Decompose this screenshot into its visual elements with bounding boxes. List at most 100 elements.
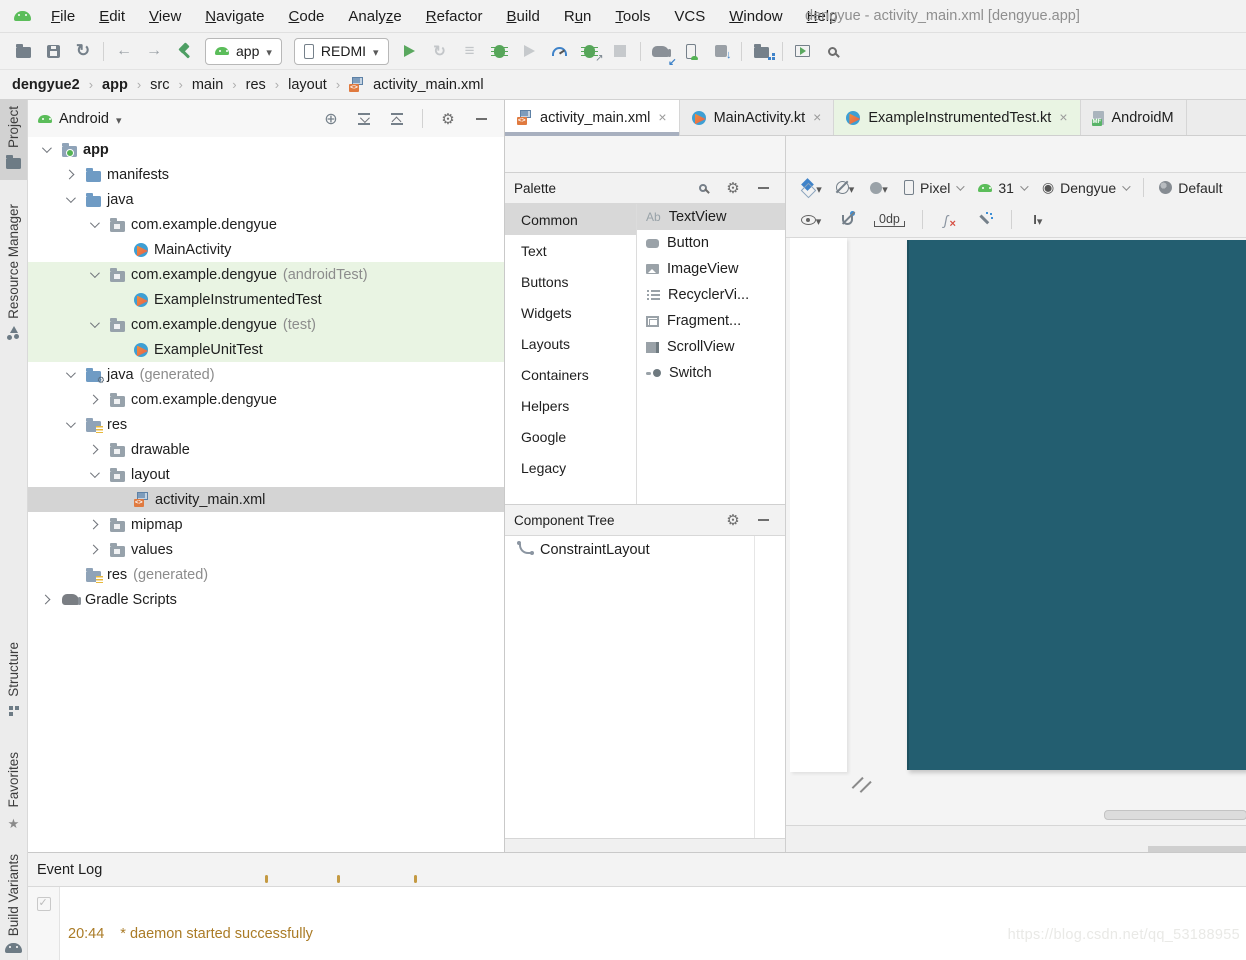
category-common[interactable]: Common: [505, 204, 636, 235]
tool-window-structure[interactable]: Structure: [0, 636, 27, 732]
gradle-sync-button[interactable]: ↙: [646, 37, 676, 65]
category-buttons[interactable]: Buttons: [505, 266, 636, 297]
event-log-header[interactable]: Event Log: [28, 853, 1246, 887]
orientation-button[interactable]: [830, 174, 860, 202]
tree-item-mipmap[interactable]: mipmap: [28, 512, 504, 537]
tree-item-manifests[interactable]: manifests: [28, 162, 504, 187]
chevron-right-icon[interactable]: [88, 520, 98, 530]
tree-item-values[interactable]: values: [28, 537, 504, 562]
menu-file[interactable]: File: [39, 8, 87, 25]
tool-window-resource-manager[interactable]: Resource Manager: [0, 198, 27, 354]
chevron-down-icon[interactable]: [89, 218, 99, 228]
hide-panel-button[interactable]: [468, 107, 494, 131]
close-icon[interactable]: [813, 109, 821, 126]
breadcrumb-project[interactable]: dengyue2: [12, 77, 80, 93]
menu-build[interactable]: Build: [494, 8, 551, 25]
view-options-button[interactable]: [796, 206, 826, 234]
checkbox-icon[interactable]: [37, 897, 51, 911]
open-file-button[interactable]: [8, 37, 38, 65]
widget-scrollview[interactable]: ScrollView: [637, 334, 785, 360]
clear-constraints-button[interactable]: ʃ: [934, 206, 964, 234]
close-icon[interactable]: [1059, 109, 1067, 126]
breadcrumb-src[interactable]: src: [150, 77, 169, 93]
run-coverage-button[interactable]: [515, 37, 545, 65]
tab-activity-main-xml[interactable]: activity_main.xml: [505, 100, 680, 135]
chevron-right-icon[interactable]: [64, 170, 74, 180]
tree-item-res[interactable]: res: [28, 412, 504, 437]
category-layouts[interactable]: Layouts: [505, 328, 636, 359]
category-legacy[interactable]: Legacy: [505, 452, 636, 483]
default-margin-selector[interactable]: 0dp: [874, 212, 905, 227]
chevron-down-icon[interactable]: [41, 143, 51, 153]
locale-dropdown[interactable]: Default: [1153, 180, 1228, 196]
device-selector[interactable]: REDMI: [294, 38, 389, 65]
tree-item-gradle-scripts[interactable]: Gradle Scripts: [28, 587, 504, 612]
chevron-down-icon[interactable]: [65, 193, 75, 203]
tab-exampleinstrumentedtest-kt[interactable]: ExampleInstrumentedTest.kt: [834, 100, 1080, 135]
category-containers[interactable]: Containers: [505, 359, 636, 390]
autoconnect-button[interactable]: [832, 206, 862, 234]
tree-item-drawable[interactable]: drawable: [28, 437, 504, 462]
tree-item-java[interactable]: java: [28, 187, 504, 212]
tree-item-package[interactable]: com.example.dengyue: [28, 212, 504, 237]
run-config-selector[interactable]: app: [205, 38, 282, 65]
apply-code-changes-button[interactable]: [455, 37, 485, 65]
theme-dropdown[interactable]: Dengyue: [1036, 179, 1134, 196]
tool-window-project[interactable]: Project: [0, 100, 27, 180]
tool-window-build-variants[interactable]: Build Variants: [0, 848, 27, 960]
menu-refactor[interactable]: Refactor: [414, 8, 495, 25]
breadcrumb-file[interactable]: activity_main.xml: [373, 77, 483, 93]
chevron-right-icon[interactable]: [88, 545, 98, 555]
breadcrumb-main[interactable]: main: [192, 77, 223, 93]
tree-item-exampleunittest[interactable]: ExampleUnitTest: [28, 337, 504, 362]
tree-item-package-generated[interactable]: com.example.dengyue: [28, 387, 504, 412]
back-button[interactable]: [109, 37, 139, 65]
run-button[interactable]: [395, 37, 425, 65]
menu-navigate[interactable]: Navigate: [193, 8, 276, 25]
menu-vcs[interactable]: VCS: [662, 8, 717, 25]
device-preview-canvas[interactable]: [907, 240, 1246, 770]
menu-code[interactable]: Code: [277, 8, 337, 25]
sdk-manager-button[interactable]: [706, 37, 736, 65]
profiler-button[interactable]: [545, 37, 575, 65]
breadcrumb-layout[interactable]: layout: [288, 77, 327, 93]
apply-changes-button[interactable]: ↻: [425, 37, 455, 65]
chevron-right-icon[interactable]: [88, 445, 98, 455]
tab-mainactivity-kt[interactable]: MainActivity.kt: [680, 100, 835, 135]
chevron-down-icon[interactable]: [65, 368, 75, 378]
tab-androidmanifest[interactable]: AndroidM: [1081, 100, 1187, 135]
widget-textview[interactable]: AbTextView: [637, 204, 785, 230]
resize-handle[interactable]: [850, 774, 874, 798]
project-settings-button[interactable]: [435, 107, 461, 131]
tree-item-activity-main-xml[interactable]: activity_main.xml: [28, 487, 504, 512]
tree-item-res-generated[interactable]: res(generated): [28, 562, 504, 587]
close-icon[interactable]: [658, 109, 666, 126]
api-level-dropdown[interactable]: 31: [972, 180, 1032, 196]
chevron-right-icon[interactable]: [88, 395, 98, 405]
palette-settings-button[interactable]: [720, 176, 746, 200]
widget-switch[interactable]: Switch: [637, 360, 785, 386]
menu-window[interactable]: Window: [717, 8, 794, 25]
expand-all-button[interactable]: [351, 107, 377, 131]
widget-button[interactable]: Button: [637, 230, 785, 256]
breadcrumb-app[interactable]: app: [102, 77, 128, 93]
tool-window-favorites[interactable]: Favorites: [0, 746, 27, 840]
select-opened-file-button[interactable]: [318, 107, 344, 131]
chevron-down-icon[interactable]: [89, 468, 99, 478]
search-everywhere-button[interactable]: [818, 37, 848, 65]
tree-item-package-androidtest[interactable]: com.example.dengyue(androidTest): [28, 262, 504, 287]
tree-item-mainactivity[interactable]: MainActivity: [28, 237, 504, 262]
chevron-right-icon[interactable]: [40, 595, 50, 605]
chevron-down-icon[interactable]: [89, 268, 99, 278]
category-widgets[interactable]: Widgets: [505, 297, 636, 328]
save-all-button[interactable]: [38, 37, 68, 65]
horizontal-scrollbar[interactable]: [1104, 810, 1246, 820]
menu-run[interactable]: Run: [552, 8, 604, 25]
tree-item-java-generated[interactable]: java(generated): [28, 362, 504, 387]
widget-fragment[interactable]: Fragment...: [637, 308, 785, 334]
component-tree-hide-button[interactable]: [750, 508, 776, 532]
palette-hide-button[interactable]: [750, 176, 776, 200]
project-view-selector[interactable]: Android: [59, 111, 109, 127]
sync-button[interactable]: [68, 37, 98, 65]
device-dropdown[interactable]: Pixel: [898, 180, 968, 196]
